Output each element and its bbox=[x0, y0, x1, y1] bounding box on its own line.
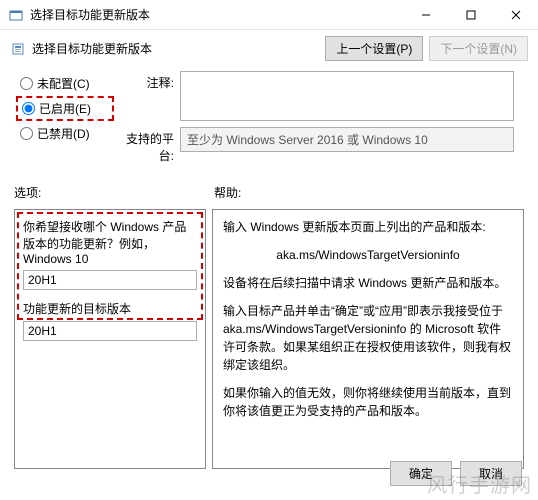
radio-not-configured-input[interactable] bbox=[20, 77, 33, 90]
target-version-label: 功能更新的目标版本 bbox=[23, 300, 197, 317]
policy-icon bbox=[10, 41, 26, 57]
product-version-label: 你希望接收哪个 Windows 产品版本的功能更新？例如，Windows 10 bbox=[23, 218, 197, 266]
radio-disabled-input[interactable] bbox=[20, 127, 33, 140]
comment-label: 注释: bbox=[120, 71, 180, 91]
app-icon bbox=[8, 7, 24, 23]
radio-disabled[interactable]: 已禁用(D) bbox=[20, 125, 110, 142]
help-pane: 输入 Windows 更新版本页面上列出的产品和版本: aka.ms/Windo… bbox=[212, 209, 524, 469]
comment-input[interactable] bbox=[180, 71, 514, 121]
help-text-1: 输入 Windows 更新版本页面上列出的产品和版本: bbox=[223, 218, 513, 236]
options-heading: 选项: bbox=[14, 184, 214, 201]
ok-button[interactable]: 确定 bbox=[390, 461, 452, 486]
help-text-3: 设备将在后续扫描中请求 Windows 更新产品和版本。 bbox=[223, 274, 513, 292]
platform-label: 支持的平台: bbox=[120, 127, 180, 164]
minimize-button[interactable] bbox=[403, 0, 448, 30]
help-link-text: aka.ms/WindowsTargetVersioninfo bbox=[223, 246, 513, 264]
help-text-4: 输入目标产品并单击“确定”或“应用”即表示我接受位于 aka.ms/Window… bbox=[223, 302, 513, 374]
radio-enabled-label: 已启用(E) bbox=[39, 100, 91, 117]
options-pane: 你希望接收哪个 Windows 产品版本的功能更新？例如，Windows 10 … bbox=[14, 209, 206, 469]
radio-not-configured[interactable]: 未配置(C) bbox=[20, 75, 110, 92]
cancel-button[interactable]: 取消 bbox=[460, 461, 522, 486]
product-version-input[interactable] bbox=[23, 270, 197, 290]
close-button[interactable] bbox=[493, 0, 538, 30]
radio-enabled-input[interactable] bbox=[22, 102, 35, 115]
help-heading: 帮助: bbox=[214, 184, 241, 201]
target-version-input[interactable] bbox=[23, 321, 197, 341]
window-title: 选择目标功能更新版本 bbox=[30, 6, 403, 23]
next-setting-button[interactable]: 下一个设置(N) bbox=[429, 36, 528, 61]
platform-value: 至少为 Windows Server 2016 或 Windows 10 bbox=[180, 127, 514, 152]
previous-setting-button[interactable]: 上一个设置(P) bbox=[325, 36, 423, 61]
radio-not-configured-label: 未配置(C) bbox=[37, 75, 90, 92]
radio-enabled[interactable]: 已启用(E) bbox=[22, 100, 108, 117]
maximize-button[interactable] bbox=[448, 0, 493, 30]
policy-title: 选择目标功能更新版本 bbox=[32, 40, 152, 57]
help-text-5: 如果你输入的值无效，则你将继续使用当前版本，直到你将该值更正为受支持的产品和版本… bbox=[223, 384, 513, 420]
radio-disabled-label: 已禁用(D) bbox=[37, 125, 90, 142]
